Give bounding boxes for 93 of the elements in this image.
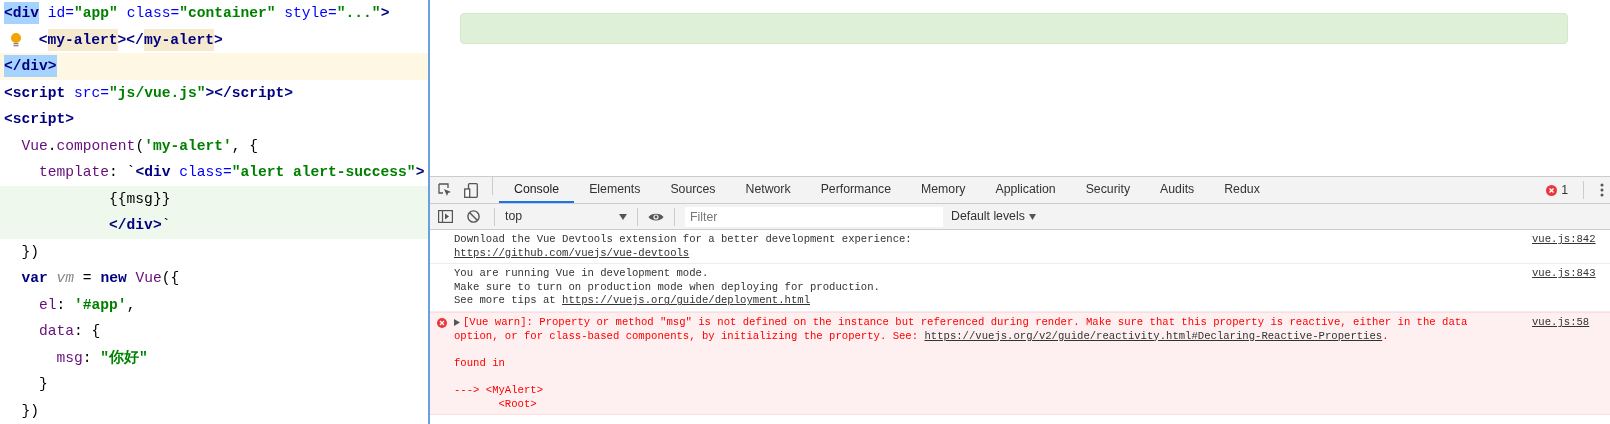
sidebar-toggle-icon[interactable] bbox=[438, 210, 453, 223]
code-token: "js/vue.js" bbox=[109, 83, 206, 103]
source-link[interactable]: vue.js:843 bbox=[1520, 267, 1610, 308]
code-token: ></script> bbox=[205, 83, 294, 103]
code-token: = bbox=[82, 269, 92, 288]
code-token: data bbox=[39, 322, 75, 341]
message-text: <Root> bbox=[497, 397, 537, 410]
code-token: style= bbox=[284, 4, 337, 23]
error-count[interactable]: 1 bbox=[1561, 180, 1568, 200]
code-token: var bbox=[21, 269, 48, 288]
code-token: } bbox=[39, 375, 48, 394]
code-token: </div> bbox=[4, 55, 57, 77]
code-token: > bbox=[380, 4, 390, 23]
message-text: . bbox=[1382, 329, 1389, 342]
code-token: src= bbox=[74, 83, 110, 103]
code-token: "..." bbox=[336, 4, 381, 23]
code-token: }) bbox=[21, 242, 40, 262]
code-token: "app" bbox=[74, 4, 118, 23]
filter-field[interactable]: Filter bbox=[685, 206, 943, 227]
code-token: "alert alert-success" bbox=[231, 163, 416, 182]
code-token: component bbox=[56, 136, 136, 156]
devtools-tab[interactable]: Performance bbox=[805, 177, 907, 203]
clear-console-icon[interactable] bbox=[467, 210, 480, 223]
code-token: <div bbox=[4, 2, 40, 24]
source-link[interactable]: vue.js:58 bbox=[1520, 315, 1610, 412]
code-token: , bbox=[126, 295, 136, 315]
code-token: ` bbox=[161, 216, 171, 235]
code-token: my-alert bbox=[143, 28, 214, 51]
code-token: : bbox=[82, 348, 92, 368]
code-token: <script> bbox=[4, 110, 75, 129]
devtools-tab[interactable]: Application bbox=[980, 177, 1071, 203]
code-token: template bbox=[39, 163, 110, 182]
code-token: new bbox=[100, 269, 127, 288]
link[interactable]: https://vuejs.org/v2/guide/reactivity.html#Declaring-Reactive-Properties bbox=[924, 329, 1383, 342]
message-text: See more tips at bbox=[454, 294, 557, 307]
error-icon bbox=[1546, 184, 1558, 196]
code-token: msg bbox=[56, 348, 83, 368]
code-token: , { bbox=[231, 136, 258, 156]
inspect-icon[interactable] bbox=[438, 183, 452, 197]
code-token: ({ bbox=[161, 269, 180, 288]
message-text: You are running Vue in development mode. bbox=[454, 267, 709, 280]
code-token: Vue bbox=[21, 136, 48, 156]
code-token: }) bbox=[21, 401, 40, 421]
code-token: > bbox=[213, 30, 223, 50]
code-token: id= bbox=[47, 4, 75, 23]
devtools-tab[interactable]: Redux bbox=[1209, 177, 1275, 203]
code-token: 'my-alert' bbox=[144, 136, 232, 156]
devtools-tab[interactable]: Audits bbox=[1145, 177, 1210, 203]
link[interactable]: https://vuejs.org/guide/deployment.html bbox=[562, 294, 810, 307]
code-token: {{msg}} bbox=[109, 189, 171, 209]
expand-triangle-icon[interactable] bbox=[454, 318, 460, 326]
code-token: : { bbox=[74, 322, 101, 341]
code-token: ( bbox=[135, 136, 145, 156]
code-token: class= bbox=[179, 163, 232, 182]
code-token: class= bbox=[126, 4, 180, 23]
message-text: Download the Vue Devtools extension for a better development experience: bbox=[454, 233, 912, 245]
devtools-tab[interactable]: Memory bbox=[906, 177, 981, 203]
code-token: > bbox=[415, 163, 425, 182]
code-token: "container" bbox=[179, 4, 276, 23]
devtools-tab[interactable]: Security bbox=[1070, 177, 1146, 203]
context-select[interactable]: top bbox=[501, 207, 631, 226]
message-text: [Vue warn]: Property or method "msg" is not defined on the instance but referenced during render. Make sure that this property is reactive, either in the data bbox=[463, 315, 1468, 328]
eye-icon[interactable] bbox=[648, 211, 664, 222]
message-text: option, or for class-based components, by initializing the property. See: bbox=[454, 329, 920, 342]
caret-icon bbox=[1028, 213, 1036, 220]
message-text: Make sure to turn on production mode when deploying for production. bbox=[454, 280, 880, 293]
code-token: . bbox=[47, 136, 57, 156]
devtools-tab[interactable]: Sources bbox=[655, 177, 731, 203]
code-token: : ` bbox=[109, 163, 136, 182]
lightbulb-icon[interactable] bbox=[10, 31, 22, 48]
log-levels-dropdown[interactable]: Default levels bbox=[947, 207, 1040, 226]
message-text: found in bbox=[454, 356, 505, 369]
code-token: el bbox=[39, 295, 57, 315]
message-text: ---> <MyAlert> bbox=[454, 383, 543, 396]
code-token: <div bbox=[135, 163, 171, 182]
devtools-tab[interactable]: Elements bbox=[574, 177, 656, 203]
source-link[interactable]: vue.js:842 bbox=[1520, 233, 1610, 261]
caret-icon bbox=[619, 213, 627, 220]
code-token: : bbox=[56, 295, 66, 315]
code-token: Vue bbox=[135, 269, 162, 288]
device-icon[interactable] bbox=[464, 182, 478, 198]
more-menu-icon[interactable] bbox=[1600, 183, 1604, 197]
code-token: <script bbox=[4, 83, 66, 103]
link[interactable]: https://github.com/vuejs/vue-devtools bbox=[454, 246, 690, 259]
code-token: ></ bbox=[117, 30, 144, 50]
code-token: vm bbox=[56, 269, 75, 288]
code-token: </div> bbox=[109, 216, 162, 235]
error-icon bbox=[437, 317, 447, 328]
code-token: < bbox=[38, 30, 48, 50]
devtools-tab[interactable]: Network bbox=[730, 177, 806, 203]
code-token: '#app' bbox=[74, 295, 127, 315]
code-token: my-alert bbox=[47, 28, 118, 51]
code-token: "你好" bbox=[100, 348, 148, 368]
